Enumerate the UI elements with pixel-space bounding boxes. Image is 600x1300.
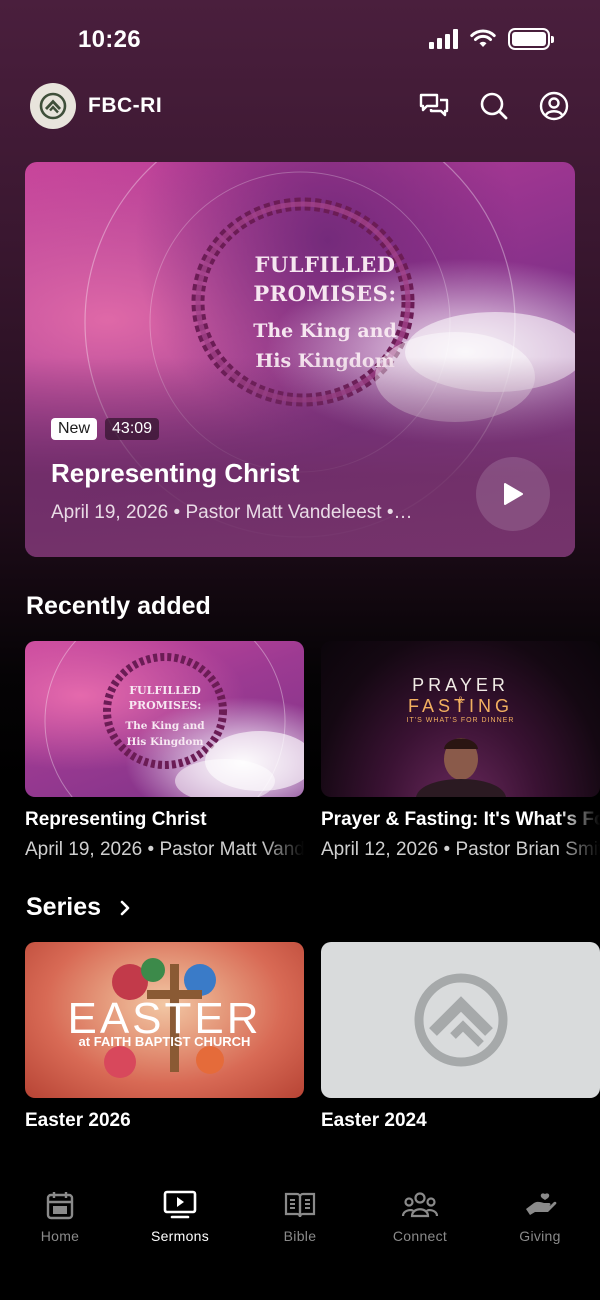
people-icon <box>401 1192 439 1218</box>
book-icon <box>284 1192 316 1218</box>
featured-sermon-card[interactable]: FULFILLED PROMISES: The King and His Kin… <box>25 162 575 557</box>
profile-button[interactable] <box>538 90 570 122</box>
series-heading-link[interactable]: Series <box>26 893 131 922</box>
calendar-icon <box>46 1192 74 1220</box>
sermon-title: Representing Christ <box>25 809 207 830</box>
sermon-title: Prayer & Fasting: It's What's For Dinner <box>321 809 600 830</box>
tv-play-icon <box>163 1190 197 1219</box>
brand-name: FBC-RI <box>88 94 163 117</box>
giving-hand-icon <box>526 1193 557 1215</box>
sermon-meta: April 19, 2026 • Pastor Matt Vandeleest <box>25 839 304 860</box>
battery-icon <box>508 28 554 50</box>
bottom-tab-bar: Home Sermons Bible Connect Giving <box>0 1190 600 1260</box>
wifi-icon <box>470 29 496 47</box>
messages-button[interactable] <box>418 90 450 122</box>
app-header: FBC-RI <box>30 82 570 130</box>
status-bar: 10:26 <box>0 0 600 80</box>
search-button[interactable] <box>478 90 510 122</box>
new-badge: New <box>51 418 98 440</box>
search-icon <box>480 92 508 120</box>
sermon-meta: April 12, 2026 • Pastor Brian Smith <box>321 839 600 860</box>
sermon-thumbnail: PRAYER & FASTING IT'S WHAT'S FOR DINNER <box>321 641 600 797</box>
sermon-card[interactable]: PRAYER & FASTING IT'S WHAT'S FOR DINNER … <box>321 641 600 861</box>
hero-sermon-meta: April 19, 2026 • Pastor Matt Vandeleest … <box>51 502 413 523</box>
play-button[interactable] <box>476 457 550 531</box>
cellular-signal-icon <box>429 29 458 49</box>
tab-giving[interactable]: Giving <box>480 1190 600 1260</box>
status-icons <box>429 28 554 50</box>
series-card[interactable]: Easter 2024 <box>321 942 600 1132</box>
series-heading: Series <box>26 893 102 921</box>
chat-icon <box>419 93 449 117</box>
series-thumbnail-placeholder <box>321 942 600 1098</box>
series-row[interactable]: EASTER at FAITH BAPTIST CHURCH Easter 20… <box>25 942 600 1132</box>
logo-icon <box>39 92 67 120</box>
series-title: Easter 2024 <box>321 1110 427 1131</box>
tab-sermons[interactable]: Sermons <box>120 1190 240 1260</box>
chevron-right-icon <box>120 900 130 915</box>
logo-placeholder-icon <box>414 973 507 1067</box>
profile-icon <box>539 91 569 121</box>
recently-added-row[interactable]: FULFILLED PROMISES: The King and His Kin… <box>25 641 600 861</box>
tab-bible[interactable]: Bible <box>240 1190 360 1260</box>
sermon-card[interactable]: FULFILLED PROMISES: The King and His Kin… <box>25 641 304 861</box>
hero-sermon-title: Representing Christ <box>51 458 300 488</box>
sermon-thumbnail: FULFILLED PROMISES: The King and His Kin… <box>25 641 304 797</box>
tab-connect[interactable]: Connect <box>360 1190 480 1260</box>
series-card[interactable]: EASTER at FAITH BAPTIST CHURCH Easter 20… <box>25 942 304 1132</box>
play-icon <box>504 483 523 505</box>
series-title: Easter 2026 <box>25 1110 131 1131</box>
recently-added-heading: Recently added <box>26 592 211 620</box>
tab-home[interactable]: Home <box>0 1190 120 1260</box>
duration-badge: 43:09 <box>105 418 160 440</box>
church-logo[interactable] <box>30 83 76 129</box>
series-thumbnail: EASTER at FAITH BAPTIST CHURCH <box>25 942 304 1098</box>
status-time: 10:26 <box>78 26 141 53</box>
